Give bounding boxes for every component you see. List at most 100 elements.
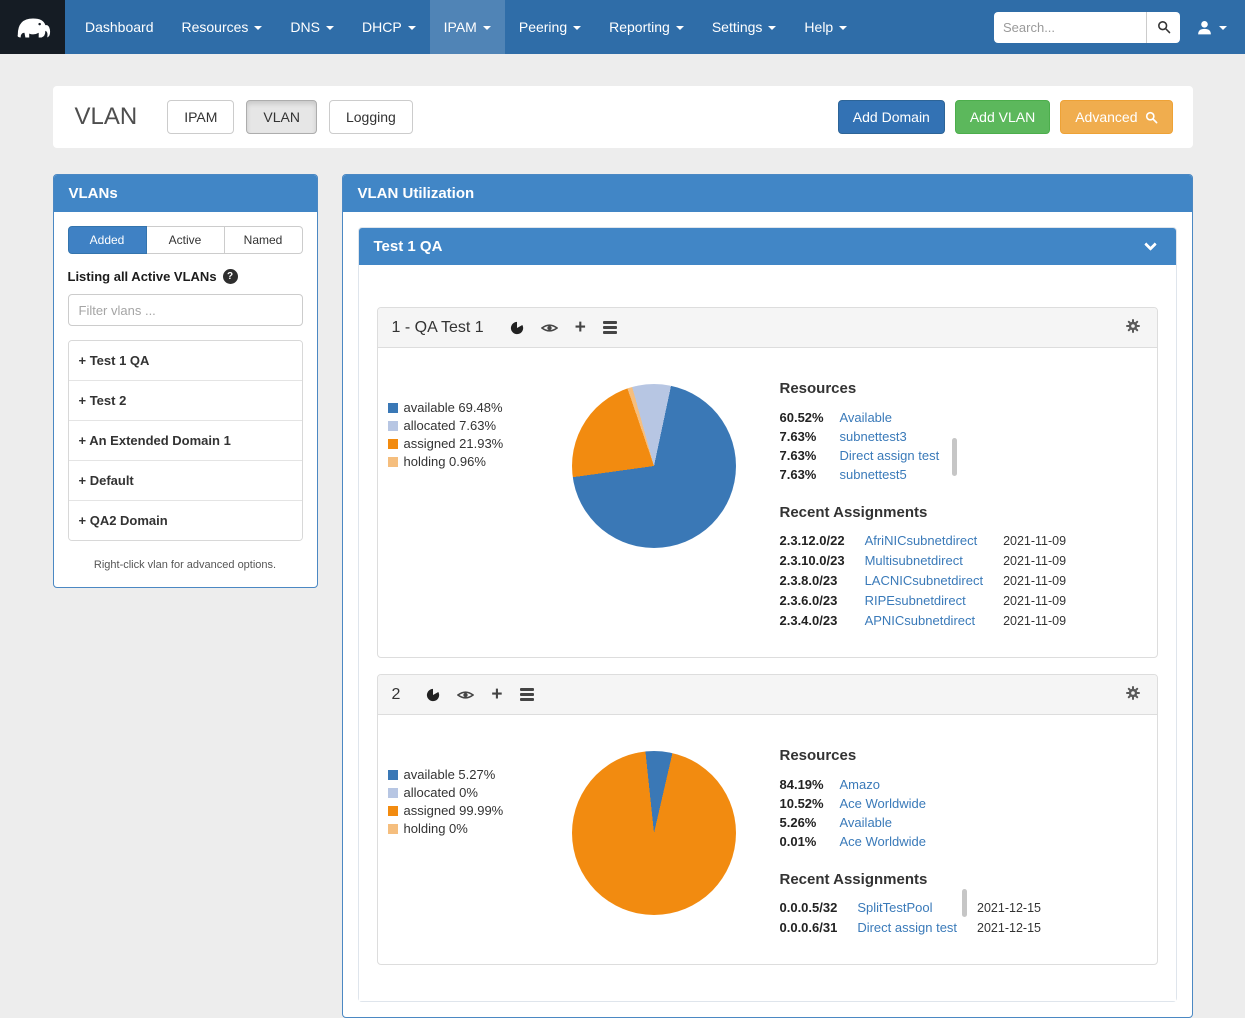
scrollbar-thumb[interactable] xyxy=(962,889,967,917)
pie-chart[interactable] xyxy=(572,384,736,548)
legend-swatch xyxy=(388,806,398,816)
nav-item-dns[interactable]: DNS xyxy=(276,0,348,54)
resource-percent: 10.52% xyxy=(780,796,832,811)
tab-ipam[interactable]: IPAM xyxy=(167,100,234,134)
assignment-link[interactable]: SplitTestPool xyxy=(857,900,977,920)
vlan-list-item[interactable]: + QA2 Domain xyxy=(69,500,302,540)
utilization-card: 1 - QA Test 1 + xyxy=(377,307,1158,658)
segment-added[interactable]: Added xyxy=(68,226,147,254)
assignment-row: 2.3.8.0/23LACNICsubnetdirect2021-11-09 xyxy=(780,573,1067,593)
assignment-row: 2.3.10.0/23Multisubnetdirect2021-11-09 xyxy=(780,553,1067,573)
resource-link[interactable]: Available xyxy=(840,410,893,425)
pie-chart-icon-button[interactable] xyxy=(508,319,526,337)
card-header: 1 - QA Test 1 + xyxy=(378,308,1157,348)
vlan-section: Test 1 QA 1 - QA Test 1 + xyxy=(358,227,1177,1002)
card-title: 2 xyxy=(392,686,401,704)
add-domain-button[interactable]: Add Domain xyxy=(838,100,945,134)
assignment-link[interactable]: Multisubnetdirect xyxy=(865,553,1004,573)
legend-label: assigned 21.93% xyxy=(404,436,504,451)
vlan-filter-input[interactable] xyxy=(68,294,303,326)
assignment-date: 2021-11-09 xyxy=(1003,593,1066,613)
main-nav: Dashboard Resources DNS DHCP IPAM Peerin… xyxy=(71,0,861,54)
vlan-list-item[interactable]: + An Extended Domain 1 xyxy=(69,420,302,460)
nav-item-peering[interactable]: Peering xyxy=(505,0,595,54)
plus-icon-button[interactable]: + xyxy=(573,319,588,337)
gear-icon-button[interactable] xyxy=(1123,316,1143,339)
assignment-link[interactable]: AfriNICsubnetdirect xyxy=(865,533,1004,553)
assignment-date: 2021-11-09 xyxy=(1003,553,1066,573)
tab-logging[interactable]: Logging xyxy=(329,100,413,134)
chevron-down-icon xyxy=(254,26,262,30)
search-button[interactable] xyxy=(1146,12,1180,43)
assignment-link[interactable]: APNICsubnetdirect xyxy=(865,613,1004,633)
resource-link[interactable]: subnettest3 xyxy=(840,429,907,444)
resources-heading: Resources xyxy=(780,380,1143,397)
user-menu[interactable] xyxy=(1192,19,1231,36)
segment-active[interactable]: Active xyxy=(147,226,225,254)
header-actions: Add Domain Add VLAN Advanced xyxy=(838,100,1173,134)
resource-link[interactable]: Ace Worldwide xyxy=(840,796,926,811)
resource-percent: 5.26% xyxy=(780,815,832,830)
assignment-link[interactable]: Direct assign test xyxy=(857,920,977,940)
plus-icon: + xyxy=(491,688,502,702)
nav-item-resources[interactable]: Resources xyxy=(168,0,277,54)
legend-label: holding 0.96% xyxy=(404,454,486,469)
legend-swatch xyxy=(388,457,398,467)
pie-chart-icon-button[interactable] xyxy=(424,686,442,704)
nav-label: DHCP xyxy=(362,19,402,35)
assignment-cidr: 0.0.0.6/31 xyxy=(780,920,858,940)
chevron-down-icon xyxy=(408,26,416,30)
resource-percent: 7.63% xyxy=(780,467,832,482)
nav-item-ipam[interactable]: IPAM xyxy=(430,0,505,54)
nav-item-help[interactable]: Help xyxy=(790,0,861,54)
card-title: 1 - QA Test 1 xyxy=(392,319,484,337)
assignment-cidr: 2.3.4.0/23 xyxy=(780,613,865,633)
vlan-utilization-panel: VLAN Utilization Test 1 QA 1 - QA Test 1 xyxy=(342,174,1193,1018)
resource-link[interactable]: Available xyxy=(840,815,893,830)
legend-swatch xyxy=(388,439,398,449)
legend-label: assigned 99.99% xyxy=(404,803,504,818)
app-logo[interactable] xyxy=(0,0,65,54)
scrollbar-thumb[interactable] xyxy=(952,438,957,476)
plus-icon-button[interactable]: + xyxy=(489,686,504,704)
vlan-list-item[interactable]: + Test 2 xyxy=(69,380,302,420)
vlans-panel: VLANs Added Active Named Listing all Act… xyxy=(53,174,318,588)
nav-label: Peering xyxy=(519,19,567,35)
list-icon-button[interactable] xyxy=(601,319,619,336)
search-icon xyxy=(1145,111,1158,124)
resource-link[interactable]: Amazo xyxy=(840,777,880,792)
vlan-section-header[interactable]: Test 1 QA xyxy=(359,228,1176,265)
list-icon-button[interactable] xyxy=(518,686,536,703)
legend-swatch xyxy=(388,421,398,431)
advanced-button[interactable]: Advanced xyxy=(1060,100,1172,134)
resource-link[interactable]: subnettest5 xyxy=(840,467,907,482)
assignment-cidr: 2.3.6.0/23 xyxy=(780,593,865,613)
help-icon[interactable]: ? xyxy=(223,269,238,284)
vlan-section-title: Test 1 QA xyxy=(374,238,443,255)
segment-named[interactable]: Named xyxy=(225,226,303,254)
search-input[interactable] xyxy=(994,12,1146,43)
legend-swatch xyxy=(388,770,398,780)
eye-icon-button[interactable] xyxy=(539,320,560,336)
nav-label: Resources xyxy=(182,19,249,35)
nav-item-dashboard[interactable]: Dashboard xyxy=(71,0,168,54)
add-vlan-button[interactable]: Add VLAN xyxy=(955,100,1050,134)
resource-link[interactable]: Direct assign test xyxy=(840,448,940,463)
listing-label: Listing all Active VLANs xyxy=(68,269,217,284)
nav-item-reporting[interactable]: Reporting xyxy=(595,0,698,54)
assignments-table: 2.3.12.0/22AfriNICsubnetdirect2021-11-09… xyxy=(780,533,1067,633)
resource-link[interactable]: Ace Worldwide xyxy=(840,834,926,849)
tab-vlan[interactable]: VLAN xyxy=(246,100,317,134)
vlan-list-item[interactable]: + Test 1 QA xyxy=(69,341,302,380)
gear-icon-button[interactable] xyxy=(1123,683,1143,706)
nav-item-settings[interactable]: Settings xyxy=(698,0,791,54)
vlan-utilization-title: VLAN Utilization xyxy=(358,185,475,202)
assignment-link[interactable]: RIPEsubnetdirect xyxy=(865,593,1004,613)
nav-item-dhcp[interactable]: DHCP xyxy=(348,0,430,54)
assignment-link[interactable]: LACNICsubnetdirect xyxy=(865,573,1004,593)
recent-assignments-heading: Recent Assignments xyxy=(780,871,1143,888)
hamburger-icon xyxy=(603,321,617,334)
eye-icon-button[interactable] xyxy=(455,687,476,703)
pie-chart[interactable] xyxy=(572,751,736,915)
vlan-list-item[interactable]: + Default xyxy=(69,460,302,500)
